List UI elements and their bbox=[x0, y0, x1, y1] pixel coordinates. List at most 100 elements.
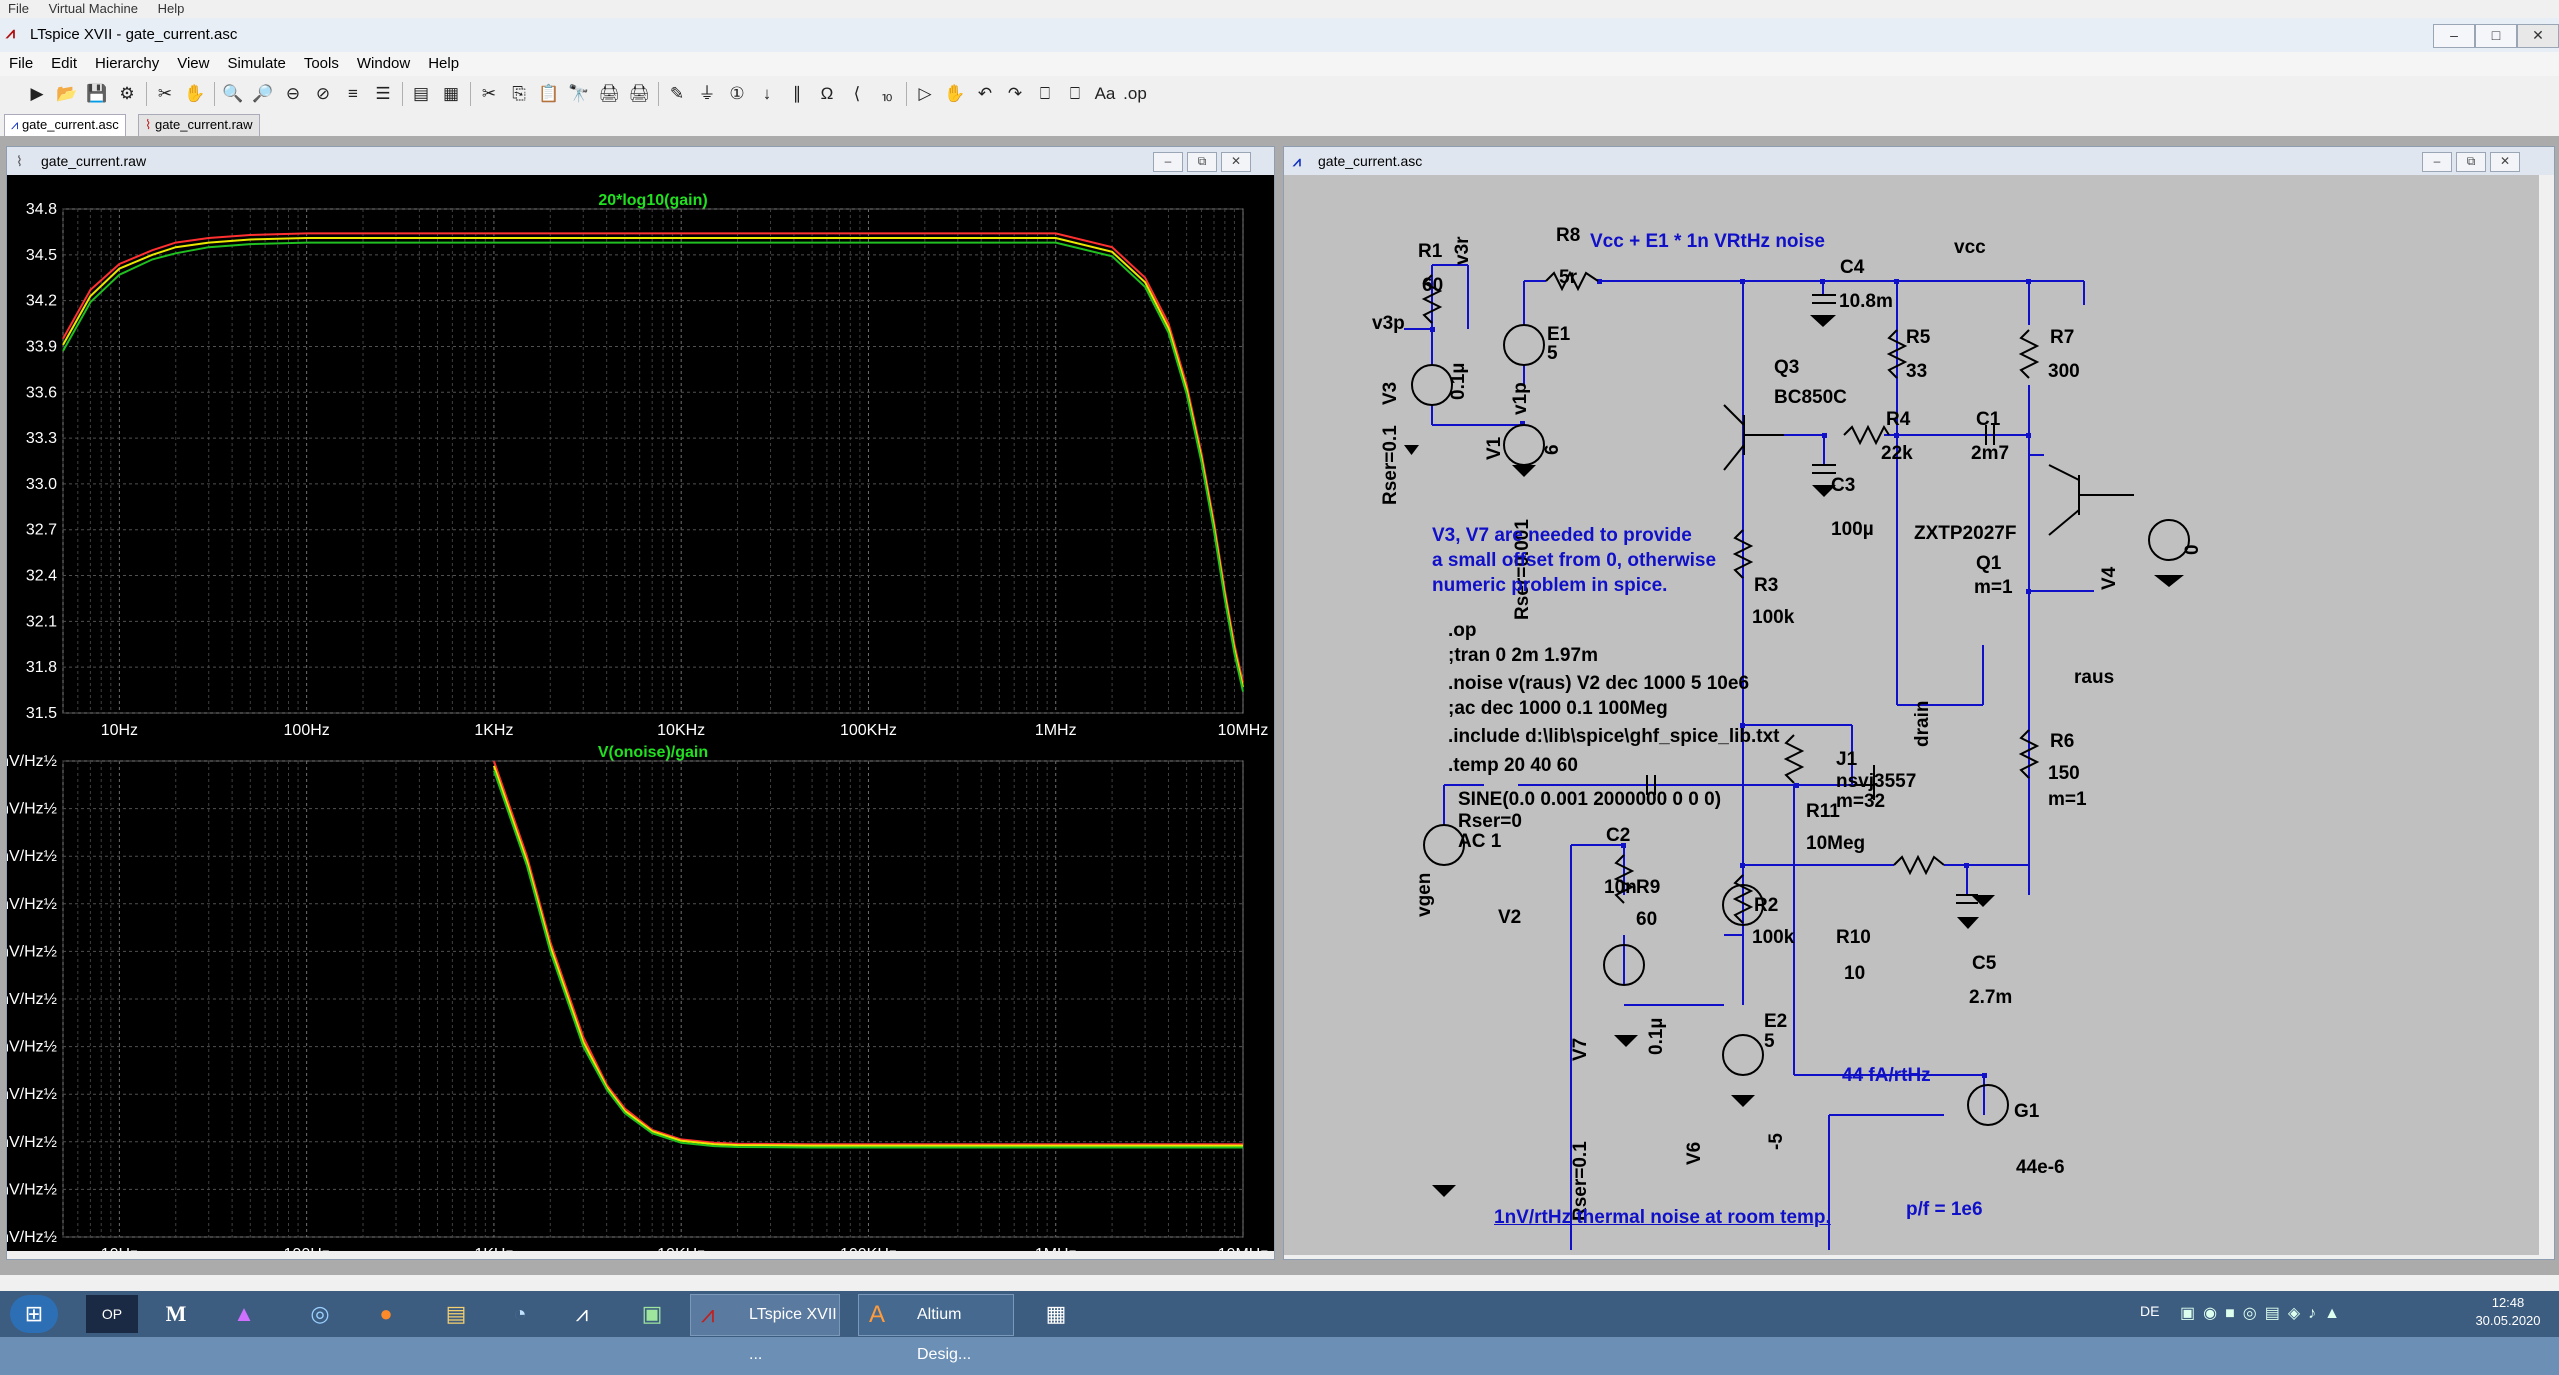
mirror-icon[interactable]: ⎕ bbox=[1062, 82, 1088, 106]
control-panel-icon[interactable]: ⚙ bbox=[114, 82, 140, 106]
undo-icon[interactable]: ↶ bbox=[972, 82, 998, 106]
open-icon[interactable]: 📂 bbox=[54, 82, 80, 106]
waveform-window[interactable]: ⌇ gate_current.raw – ⧉ ✕ 34.8 34.5 34.2 33.… bbox=[6, 146, 1275, 1260]
spice-directive-icon[interactable]: ▷ bbox=[912, 82, 938, 106]
tile-horizontal-icon[interactable]: ☰ bbox=[370, 82, 396, 106]
label-net-icon[interactable]: ① bbox=[724, 82, 750, 106]
op-icon[interactable]: .op bbox=[1122, 82, 1148, 106]
autorange-icon[interactable]: ≡ bbox=[340, 82, 366, 106]
start-button[interactable]: ⊞ bbox=[10, 1295, 58, 1333]
print-icon[interactable]: 🖨 bbox=[596, 82, 622, 106]
redo-icon[interactable]: ↷ bbox=[1002, 82, 1028, 106]
tab-schematic[interactable]: ⩘ gate_current.asc bbox=[4, 114, 126, 136]
vm-app-icon[interactable]: ▣ bbox=[626, 1295, 678, 1333]
vm-menu-help[interactable]: Help bbox=[150, 0, 193, 16]
tile-vertical-icon[interactable]: ▤ bbox=[408, 82, 434, 106]
taskbar-window-altium[interactable]: A Altium Desig... bbox=[858, 1294, 1014, 1363]
tab-waveform[interactable]: ⌇ gate_current.raw bbox=[138, 114, 260, 136]
waveform-minimize-button[interactable]: – bbox=[1153, 152, 1183, 172]
firefox-icon[interactable]: ● bbox=[360, 1295, 412, 1333]
schematic-window-titlebar[interactable]: ⩘ gate_current.asc – ⧉ ✕ bbox=[1284, 147, 2554, 175]
language-indicator[interactable]: DE bbox=[2140, 1303, 2159, 1319]
maximize-button[interactable]: □ bbox=[2475, 24, 2517, 48]
text-icon[interactable]: Aa bbox=[1092, 82, 1118, 106]
vm-menu-file[interactable]: File bbox=[0, 0, 37, 16]
x-tick-label: 10MHz bbox=[1218, 1246, 1269, 1251]
zoom-fit-icon[interactable]: 🔎 bbox=[250, 82, 276, 106]
mathcad-icon[interactable]: M bbox=[150, 1295, 202, 1333]
clock-app-icon[interactable]: ◔ bbox=[494, 1295, 546, 1333]
close-button[interactable]: ✕ bbox=[2517, 24, 2559, 48]
label-v7-value: 0.1µ bbox=[1646, 1017, 1667, 1055]
rotate-icon[interactable]: ⎕ bbox=[1032, 82, 1058, 106]
label-r9: R9 bbox=[1636, 877, 1661, 898]
tray-icons[interactable]: ▣◉■◎▤◈♪▲ bbox=[2180, 1303, 2348, 1323]
browser-icon[interactable]: ◎ bbox=[294, 1295, 346, 1333]
label-c3: C3 bbox=[1831, 475, 1856, 496]
minimize-button[interactable]: – bbox=[2433, 24, 2475, 48]
vm-menu-virtual-machine[interactable]: Virtual Machine bbox=[41, 0, 146, 16]
label-e2-value: 5 bbox=[1764, 1031, 1775, 1052]
schematic-restore-button[interactable]: ⧉ bbox=[2456, 152, 2486, 172]
zoom-cancel-icon[interactable]: ⊘ bbox=[310, 82, 336, 106]
draw-wire-icon[interactable]: ✎ bbox=[664, 82, 690, 106]
waveform-restore-button[interactable]: ⧉ bbox=[1187, 152, 1217, 172]
x-tick-label: 1MHz bbox=[1035, 1246, 1077, 1251]
move-icon[interactable]: ✋ bbox=[942, 82, 968, 106]
menu-hierarchy[interactable]: Hierarchy bbox=[86, 52, 168, 72]
y-tick-label: 31.5 bbox=[26, 705, 57, 722]
clock-time[interactable]: 12:48 bbox=[2478, 1295, 2538, 1310]
menu-window[interactable]: Window bbox=[348, 52, 419, 72]
y-tick-label: 33.9 bbox=[26, 338, 57, 355]
menu-help[interactable]: Help bbox=[419, 52, 468, 72]
pan-icon[interactable]: ✋ bbox=[182, 82, 208, 106]
sanctuary-app-icon[interactable]: ⩘ bbox=[556, 1295, 608, 1333]
y-tick-label: 0.9nV/Hz½ bbox=[7, 801, 57, 818]
menu-simulate[interactable]: Simulate bbox=[218, 52, 294, 72]
label-r8-value: 5r bbox=[1559, 267, 1577, 288]
menu-tools[interactable]: Tools bbox=[295, 52, 348, 72]
halt-icon[interactable]: ✂ bbox=[152, 82, 178, 106]
resistor-icon[interactable]: ∥ bbox=[784, 82, 810, 106]
label-v6-value: -5 bbox=[1766, 1133, 1787, 1150]
triangle-app-icon[interactable]: ▲ bbox=[218, 1295, 270, 1333]
calculator-icon[interactable]: ▦ bbox=[1030, 1295, 1082, 1333]
waveform-close-button[interactable]: ✕ bbox=[1221, 152, 1251, 172]
save-icon[interactable]: 💾 bbox=[84, 82, 110, 106]
print-preview-icon[interactable]: 🖨 bbox=[626, 82, 652, 106]
folder-icon[interactable]: ▤ bbox=[430, 1295, 482, 1333]
copy-icon[interactable]: ⎘ bbox=[506, 82, 532, 106]
waveform-window-title: gate_current.raw bbox=[41, 153, 147, 169]
run-icon[interactable]: ▶ bbox=[24, 82, 50, 106]
cascade-icon[interactable]: ▦ bbox=[438, 82, 464, 106]
menu-view[interactable]: View bbox=[168, 52, 218, 72]
schematic-window[interactable]: ⩘ gate_current.asc – ⧉ ✕ R1 60 v3p V3 Rs… bbox=[1283, 146, 2555, 1260]
zoom-out-icon[interactable]: ⊖ bbox=[280, 82, 306, 106]
label-r6-value: 150 bbox=[2048, 763, 2080, 784]
diode-icon[interactable]: ⏨ bbox=[874, 82, 900, 106]
label-c2-value: 10n bbox=[1604, 877, 1637, 898]
ground-icon[interactable]: ⏚ bbox=[694, 82, 720, 106]
clock-date[interactable]: 30.05.2020 bbox=[2470, 1313, 2546, 1328]
paste-icon[interactable]: 📋 bbox=[536, 82, 562, 106]
inductor-icon[interactable]: ⟨ bbox=[844, 82, 870, 106]
label-r8: R8 bbox=[1556, 225, 1581, 246]
directive-noise: .noise v(raus) V2 dec 1000 5 10e6 bbox=[1448, 673, 1750, 694]
component-icon[interactable]: ↓ bbox=[754, 82, 780, 106]
find-icon[interactable]: 🔭 bbox=[566, 82, 592, 106]
waveform-window-titlebar[interactable]: ⌇ gate_current.raw – ⧉ ✕ bbox=[7, 147, 1274, 175]
cut-icon[interactable]: ✂ bbox=[476, 82, 502, 106]
zoom-in-icon[interactable]: 🔍 bbox=[220, 82, 246, 106]
schematic-close-button[interactable]: ✕ bbox=[2490, 152, 2520, 172]
menu-file[interactable]: File bbox=[0, 52, 42, 72]
plot-frame bbox=[62, 208, 1244, 714]
y-tick-label: 0.4nV/Hz½ bbox=[7, 1039, 57, 1056]
schematic-canvas[interactable]: R1 60 v3p V3 Rser=0.1 0.1µ v3r R8 5r Vcc… bbox=[1284, 175, 2539, 1255]
schematic-minimize-button[interactable]: – bbox=[2422, 152, 2452, 172]
op-app-icon[interactable]: OP bbox=[86, 1295, 138, 1333]
waveform-plot-area[interactable]: 34.8 34.5 34.2 33.9 33.6 33.3 33.0 32.7 32.4 32.1… bbox=[7, 175, 1274, 1251]
capacitor-icon[interactable]: Ω bbox=[814, 82, 840, 106]
label-v4-value: 0 bbox=[2182, 544, 2203, 555]
taskbar-window-ltspice[interactable]: ⩘ LTspice XVII ... bbox=[690, 1294, 840, 1363]
menu-edit[interactable]: Edit bbox=[42, 52, 86, 72]
